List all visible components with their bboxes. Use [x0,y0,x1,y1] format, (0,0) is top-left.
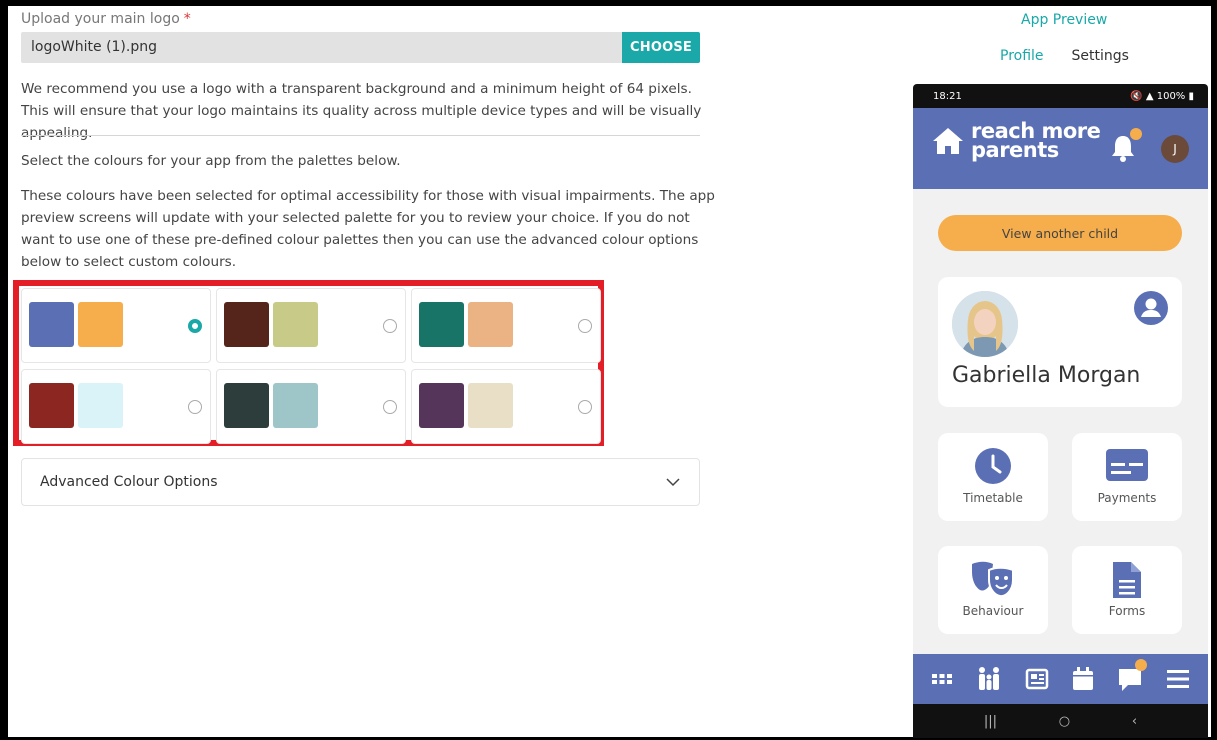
home-button[interactable]: ○ [1059,714,1070,729]
palette-3-primary-swatch [419,302,464,347]
tile-forms[interactable]: Forms [1072,546,1182,634]
family-icon[interactable] [975,665,1003,693]
palette-6-secondary-swatch [468,383,513,428]
palette-5-radio[interactable] [383,400,397,414]
app-header: reach more parents J [913,108,1208,189]
advanced-colour-options-accordion[interactable]: Advanced Colour Options [21,458,700,506]
menu-icon[interactable] [1165,667,1191,691]
theatre-masks-icon [972,561,1014,598]
palette-1-radio[interactable] [188,319,202,333]
palette-option-4[interactable] [21,369,211,444]
tile-behaviour-label: Behaviour [962,604,1024,618]
advanced-colour-options-label: Advanced Colour Options [40,474,218,490]
palette-6-radio[interactable] [578,400,592,414]
tile-payments-label: Payments [1097,491,1157,505]
choose-file-button[interactable]: CHOOSE [622,32,700,63]
chevron-down-icon [666,478,680,487]
app-preview-title: App Preview [1021,12,1108,28]
tab-profile[interactable]: Profile [1000,48,1044,64]
file-name-field[interactable]: logoWhite (1).png [21,32,622,63]
calendar-icon[interactable] [1071,666,1095,692]
palette-5-secondary-swatch [273,383,318,428]
palette-option-6[interactable] [411,369,601,444]
colour-instruction-text: Select the colours for your app from the… [21,153,401,169]
document-icon [1113,562,1141,598]
app-logo: reach more parents [931,119,1101,162]
status-battery: 🔇 ▲ 100% ▮ [1130,90,1194,102]
phone-preview: 18:21 🔇 ▲ 100% ▮ reach more parents J Vi… [913,84,1208,738]
palette-6-primary-swatch [419,383,464,428]
tile-forms-label: Forms [1108,604,1146,618]
recent-apps-button[interactable]: ||| [984,714,997,729]
upload-logo-label: Upload your main logo * [21,11,191,27]
preview-tabs: Profile Settings [1000,48,1129,64]
child-photo [952,291,1018,357]
colour-description-text: These colours have been selected for opt… [21,188,715,270]
palette-2-primary-swatch [224,302,269,347]
grid-icon[interactable] [930,667,954,691]
palette-4-secondary-swatch [78,383,123,428]
file-upload-row: logoWhite (1).png CHOOSE [21,32,700,63]
palette-option-5[interactable] [216,369,406,444]
status-icons: 🔇 ▲ [1130,90,1157,102]
clock-icon [975,448,1011,484]
tile-behaviour[interactable]: Behaviour [938,546,1048,634]
tile-timetable[interactable]: Timetable [938,433,1048,521]
required-mark: * [183,11,191,27]
palette-1-secondary-swatch [78,302,123,347]
card-icon [1106,449,1148,481]
palette-option-3[interactable] [411,288,601,363]
palette-4-primary-swatch [29,383,74,428]
newspaper-icon[interactable] [1024,666,1050,692]
view-another-child-button[interactable]: View another child [938,215,1182,251]
palette-4-radio[interactable] [188,400,202,414]
palette-1-primary-swatch [29,302,74,347]
user-circle-icon[interactable] [1134,291,1168,325]
brand-name: reach more parents [971,119,1101,162]
back-button[interactable]: ‹ [1132,714,1137,729]
palette-option-2[interactable] [216,288,406,363]
user-avatar[interactable]: J [1161,135,1189,163]
app-bottom-nav [913,654,1208,704]
tile-payments[interactable]: Payments [1072,433,1182,521]
section-divider [21,135,700,136]
phone-status-bar: 18:21 🔇 ▲ 100% ▮ [913,84,1208,108]
palette-3-secondary-swatch [468,302,513,347]
android-system-nav: ||| ○ ‹ [913,704,1208,738]
house-icon [933,128,963,154]
tab-settings[interactable]: Settings [1072,48,1129,64]
palette-5-primary-swatch [224,383,269,428]
tile-timetable-label: Timetable [963,491,1023,505]
palette-highlight-box [13,280,604,446]
palette-2-radio[interactable] [383,319,397,333]
status-time: 18:21 [933,90,962,102]
notification-dot [1130,128,1142,140]
palette-option-1[interactable] [21,288,211,363]
child-name: Gabriella Morgan [952,363,1141,388]
chat-notification-dot [1135,659,1147,671]
child-profile-card: Gabriella Morgan [938,277,1182,407]
palette-2-secondary-swatch [273,302,318,347]
palette-3-radio[interactable] [578,319,592,333]
